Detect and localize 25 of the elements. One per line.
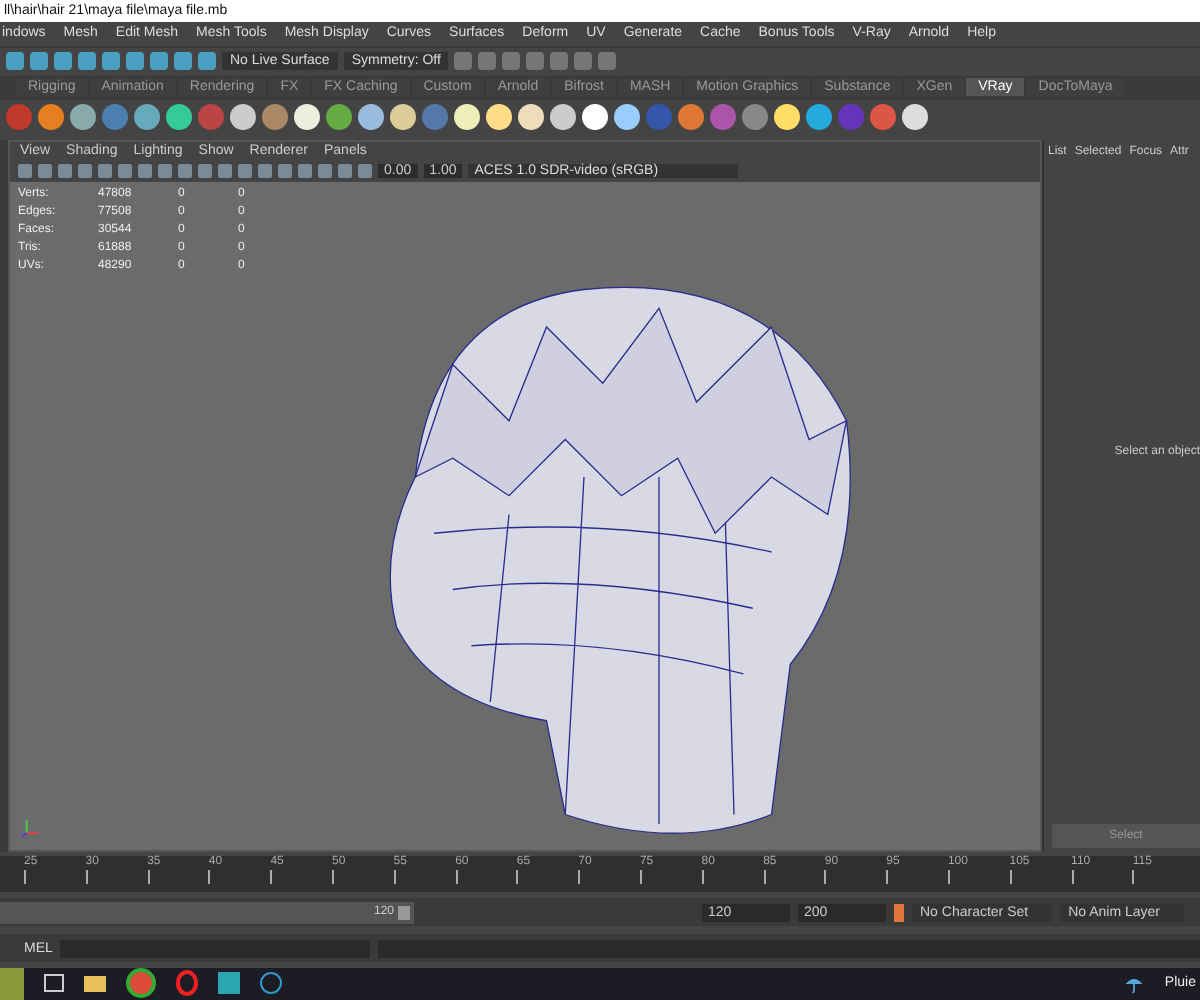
umbrella-icon[interactable] — [1124, 973, 1145, 994]
shelf-tool-icon[interactable] — [454, 103, 480, 130]
shelf-tool-icon[interactable] — [230, 103, 256, 130]
shelf-tool-icon[interactable] — [550, 103, 576, 130]
ring-icon[interactable] — [176, 970, 198, 997]
character-icon[interactable] — [894, 903, 904, 922]
shelf-tool-icon[interactable] — [518, 103, 544, 130]
range-handle[interactable] — [398, 905, 410, 920]
folder-icon[interactable] — [84, 975, 106, 992]
shelf-tool-icon[interactable] — [614, 103, 640, 130]
shelf-tool-icon[interactable] — [390, 103, 416, 130]
shelf-tool-icon[interactable] — [166, 103, 192, 130]
photo-placeholder[interactable] — [0, 967, 24, 1000]
shelf-tool-icon[interactable] — [70, 103, 96, 130]
axis-icon — [20, 818, 40, 839]
shelf-tool-icon[interactable] — [902, 103, 928, 130]
c-circle-icon[interactable] — [260, 972, 282, 995]
shelf-tool-icon[interactable] — [294, 103, 320, 130]
app-icon[interactable] — [218, 972, 240, 995]
shelf-tool-icon[interactable] — [486, 103, 512, 130]
shelf-tool-icon[interactable] — [774, 103, 800, 130]
shelf-tool-icon[interactable] — [358, 103, 384, 130]
task-view-icon[interactable] — [44, 974, 64, 993]
shelf-tool-icon[interactable] — [582, 103, 608, 130]
circle-icon[interactable] — [126, 968, 156, 999]
